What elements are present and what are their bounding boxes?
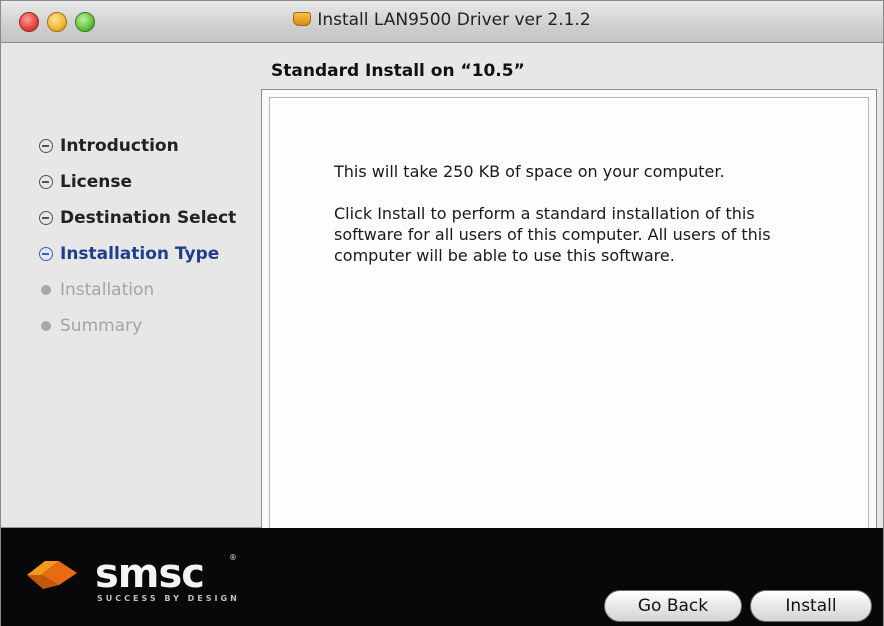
- page-heading: Standard Install on “10.5”: [271, 61, 525, 81]
- step-label: Introduction: [60, 136, 179, 156]
- installer-window: Install LAN9500 Driver ver 2.1.2 Standar…: [0, 0, 884, 626]
- package-icon: [293, 12, 312, 26]
- step-current-icon: [39, 247, 53, 261]
- installer-steps-list: Introduction License Destination Select …: [39, 128, 236, 344]
- window-title: Install LAN9500 Driver ver 2.1.2: [317, 10, 591, 30]
- step-license: License: [39, 164, 236, 200]
- step-summary: Summary: [39, 308, 236, 344]
- step-label: Destination Select: [60, 208, 237, 228]
- step-pending-icon: [41, 321, 51, 331]
- step-label: Installation Type: [60, 244, 220, 264]
- smsc-logo-icon: [27, 561, 77, 589]
- step-destination-select: Destination Select: [39, 200, 236, 236]
- step-done-icon: [39, 175, 53, 189]
- go-back-button[interactable]: Go Back: [604, 590, 742, 622]
- step-label: Installation: [60, 280, 155, 300]
- step-installation: Installation: [39, 272, 236, 308]
- install-description-text: Click Install to perform a standard inst…: [334, 204, 771, 265]
- step-installation-type: Installation Type: [39, 236, 236, 272]
- step-done-icon: [39, 139, 53, 153]
- logo-wordmark: smsc: [95, 551, 205, 597]
- content-text: This will take 250 KB of space on your c…: [334, 161, 814, 287]
- space-required-text: This will take 250 KB of space on your c…: [334, 162, 725, 181]
- step-label: Summary: [60, 316, 143, 336]
- title-bar[interactable]: Install LAN9500 Driver ver 2.1.2: [1, 1, 883, 43]
- logo-tagline: SUCCESS BY DESIGN: [97, 594, 240, 603]
- step-introduction: Introduction: [39, 128, 236, 164]
- window-title-group: Install LAN9500 Driver ver 2.1.2: [1, 10, 883, 30]
- step-pending-icon: [41, 285, 51, 295]
- step-label: License: [60, 172, 133, 192]
- step-done-icon: [39, 211, 53, 225]
- install-button[interactable]: Install: [750, 590, 872, 622]
- logo-registered-mark: ®: [229, 553, 237, 562]
